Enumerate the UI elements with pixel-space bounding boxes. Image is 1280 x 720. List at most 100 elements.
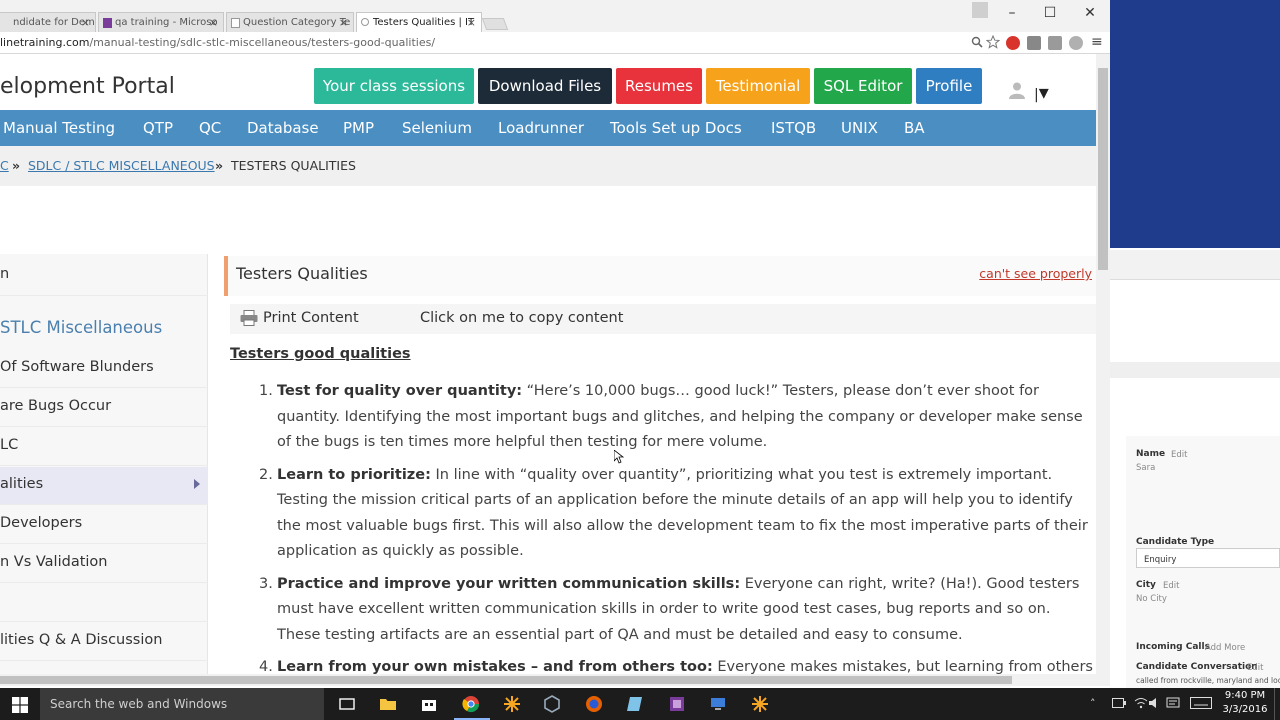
notepad-icon[interactable] bbox=[626, 695, 644, 713]
new-tab-button[interactable] bbox=[481, 18, 509, 30]
nav-item-manual-testing[interactable]: Manual Testing bbox=[3, 119, 115, 137]
snowflake-app-icon[interactable] bbox=[503, 695, 521, 713]
store-icon[interactable] bbox=[420, 695, 438, 713]
download-files-button[interactable]: Download Files bbox=[478, 68, 612, 104]
task-view-icon[interactable] bbox=[338, 695, 356, 713]
nav-item-qc[interactable]: QC bbox=[199, 119, 221, 137]
user-menu-toggle[interactable]: |▾ bbox=[1034, 80, 1049, 104]
nav-item-pmp[interactable]: PMP bbox=[343, 119, 374, 137]
browser-tab[interactable]: qa training - Microso × bbox=[98, 12, 224, 32]
bookmark-star-icon[interactable] bbox=[986, 35, 1000, 49]
vertical-scroll-thumb[interactable] bbox=[1098, 68, 1108, 270]
notifications-icon[interactable] bbox=[1166, 696, 1180, 710]
add-more-link[interactable]: Add More bbox=[1205, 643, 1245, 653]
profile-button[interactable]: Profile bbox=[916, 68, 982, 104]
zoom-icon[interactable] bbox=[971, 36, 983, 48]
chrome-menu-icon[interactable]: ≡ bbox=[1091, 34, 1103, 50]
tray-chevron-up-icon[interactable]: ˄ bbox=[1090, 697, 1096, 710]
nav-item-database[interactable]: Database bbox=[247, 119, 319, 137]
firefox-icon[interactable] bbox=[585, 695, 603, 713]
printer-icon[interactable] bbox=[240, 310, 258, 326]
sidebar-heading[interactable]: STLC Miscellaneous bbox=[0, 318, 162, 337]
cant-see-properly-link[interactable]: can't see properly bbox=[979, 266, 1092, 281]
nav-item-loadrunner[interactable]: Loadrunner bbox=[498, 119, 584, 137]
sidebar-item-label: Of Software Blunders bbox=[0, 359, 154, 375]
list-number: 1. bbox=[259, 383, 273, 399]
taskbar-clock-date[interactable]: 3/3/2016 bbox=[1222, 704, 1268, 715]
tab-close-icon[interactable]: × bbox=[209, 16, 218, 29]
user-avatar-icon[interactable] bbox=[1008, 81, 1026, 99]
grammarly-icon[interactable] bbox=[1027, 36, 1041, 50]
nav-item-selenium[interactable]: Selenium bbox=[402, 119, 472, 137]
browser-tab[interactable]: Question Category Te × bbox=[226, 12, 354, 32]
taskbar-clock-time[interactable]: 9:40 PM bbox=[1222, 690, 1268, 701]
virtualbox-icon[interactable] bbox=[543, 695, 561, 713]
nav-item-istqb[interactable]: ISTQB bbox=[771, 119, 816, 137]
sql-editor-button[interactable]: SQL Editor bbox=[814, 68, 912, 104]
nav-item-tools-setup-docs[interactable]: Tools Set up Docs bbox=[610, 119, 742, 137]
wifi-icon[interactable] bbox=[1134, 696, 1148, 710]
browser-tab-active[interactable]: Testers Qualities | IT × bbox=[356, 12, 482, 32]
close-window-button[interactable]: ✕ bbox=[1070, 4, 1110, 24]
city-edit-link[interactable]: Edit bbox=[1163, 581, 1179, 591]
onenote-icon[interactable] bbox=[668, 695, 686, 713]
nav-item-qtp[interactable]: QTP bbox=[143, 119, 173, 137]
show-desktop-button[interactable] bbox=[1274, 688, 1280, 720]
breadcrumb-root-link[interactable]: C bbox=[0, 158, 9, 173]
chevron-right-icon bbox=[194, 479, 200, 489]
nav-item-ba[interactable]: BA bbox=[904, 119, 925, 137]
name-edit-link[interactable]: Edit bbox=[1171, 450, 1187, 460]
sidebar-item[interactable]: LC bbox=[0, 428, 208, 466]
sidebar-item-label: alities bbox=[0, 476, 44, 492]
windows-start-icon[interactable] bbox=[12, 697, 28, 713]
sidebar-item[interactable] bbox=[0, 584, 208, 622]
horizontal-scroll-thumb[interactable] bbox=[0, 676, 1012, 684]
sidebar-item[interactable]: lities Q & A Discussion bbox=[0, 623, 208, 661]
content-title: Testers Qualities bbox=[236, 264, 368, 283]
tab-label: Testers Qualities | IT bbox=[373, 17, 475, 28]
extension-icon[interactable] bbox=[1048, 36, 1062, 50]
copy-content-button[interactable]: Click on me to copy content bbox=[420, 310, 623, 326]
maximize-button[interactable]: ☐ bbox=[1030, 4, 1070, 24]
sidebar-item[interactable]: are Bugs Occur bbox=[0, 389, 208, 427]
tab-close-icon[interactable]: × bbox=[339, 16, 348, 29]
list-number: 2. bbox=[259, 466, 273, 483]
file-explorer-icon[interactable] bbox=[379, 695, 397, 713]
taskbar-search-placeholder: Search the web and Windows bbox=[50, 697, 228, 711]
keyboard-icon[interactable] bbox=[1190, 697, 1212, 709]
remote-desktop-icon[interactable] bbox=[709, 695, 727, 713]
battery-icon[interactable] bbox=[1112, 698, 1126, 708]
breadcrumb: C » SDLC / STLC MISCELLANEOUS » TESTERS … bbox=[0, 146, 1096, 186]
volume-icon[interactable] bbox=[1148, 696, 1162, 710]
city-value: No City bbox=[1136, 594, 1167, 604]
tab-close-icon[interactable]: × bbox=[467, 16, 476, 29]
quality-title: Practice and improve your written commun… bbox=[277, 575, 741, 592]
adblock-icon[interactable] bbox=[1006, 36, 1020, 50]
tab-favicon-icon bbox=[231, 18, 240, 28]
nav-item-unix[interactable]: UNIX bbox=[841, 119, 878, 137]
site-header: elopment Portal Your class sessions Down… bbox=[0, 54, 1096, 110]
url-text[interactable]: linetraining.com/manual-testing/sdlc-stl… bbox=[0, 36, 435, 49]
chrome-icon[interactable] bbox=[462, 695, 480, 713]
browser-profile-icon[interactable] bbox=[972, 2, 988, 18]
snowflake-app-icon[interactable] bbox=[751, 695, 769, 713]
sidebar-item[interactable]: n Vs Validation bbox=[0, 545, 208, 583]
print-content-button[interactable]: Print Content bbox=[263, 310, 359, 326]
sidebar-item[interactable]: Developers bbox=[0, 506, 208, 544]
testimonial-button[interactable]: Testimonial bbox=[706, 68, 810, 104]
name-value: Sara bbox=[1136, 463, 1156, 473]
breadcrumb-parent-link[interactable]: SDLC / STLC MISCELLANEOUS bbox=[28, 158, 215, 173]
sidebar-item[interactable]: Of Software Blunders bbox=[0, 350, 208, 388]
background-window-toolbar bbox=[1110, 250, 1280, 280]
tab-close-icon[interactable]: × bbox=[81, 16, 90, 29]
conversation-edit-link[interactable]: Edit bbox=[1247, 663, 1263, 673]
resumes-button[interactable]: Resumes bbox=[616, 68, 702, 104]
address-bar[interactable]: linetraining.com/manual-testing/sdlc-stl… bbox=[0, 32, 1110, 54]
extension-icon[interactable] bbox=[1069, 36, 1083, 50]
sidebar-item[interactable]: n bbox=[0, 254, 208, 296]
class-sessions-button[interactable]: Your class sessions bbox=[314, 68, 474, 104]
sidebar-item-active[interactable]: alities bbox=[0, 467, 208, 505]
minimize-button[interactable]: – bbox=[992, 4, 1032, 24]
main-nav: Manual Testing QTP QC Database PMP Selen… bbox=[0, 110, 1096, 146]
browser-tab[interactable]: ndidate for Demo × bbox=[0, 12, 96, 32]
